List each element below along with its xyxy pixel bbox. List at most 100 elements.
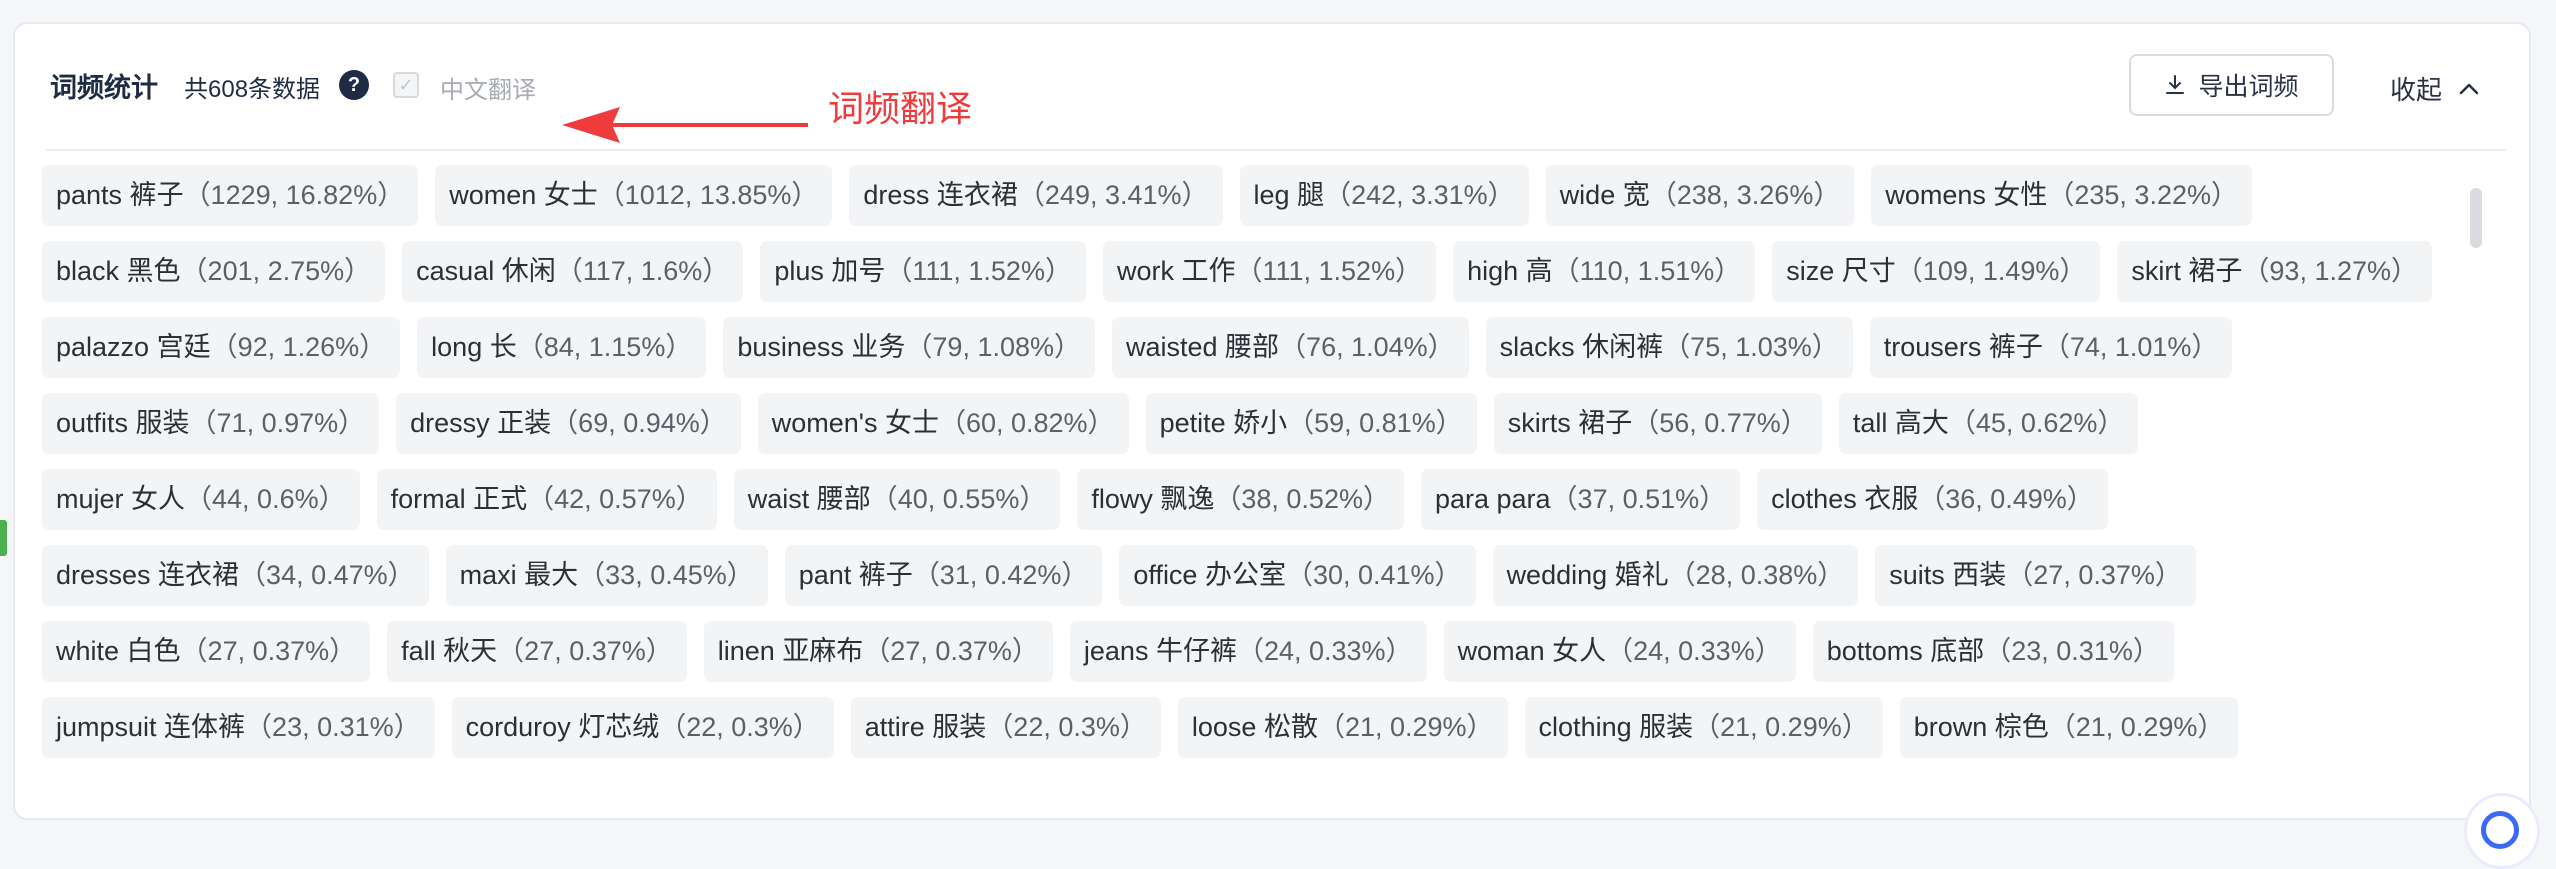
- word-tag[interactable]: fall 秋天（27, 0.37%）: [387, 621, 687, 682]
- word-tag[interactable]: jumpsuit 连体裤（23, 0.31%）: [42, 697, 435, 758]
- word-tag[interactable]: flowy 飘逸（38, 0.52%）: [1077, 469, 1404, 530]
- tag-stats: （28, 0.38%）: [1668, 560, 1845, 590]
- word-tag[interactable]: work 工作（111, 1.52%）: [1102, 241, 1437, 302]
- tag-row: mujer 女人（44, 0.6%） formal 正式（42, 0.57%） wa…: [42, 469, 2442, 530]
- word-tag[interactable]: skirts 裙子（56, 0.77%）: [1493, 393, 1822, 454]
- tag-stats: （93, 1.27%）: [2242, 256, 2418, 286]
- word-tag[interactable]: dress 连衣裙（249, 3.41%）: [849, 165, 1223, 226]
- word-tag[interactable]: petite 娇小（59, 0.81%）: [1145, 393, 1477, 454]
- word-tag[interactable]: jeans 牛仔裤（24, 0.33%）: [1069, 621, 1427, 682]
- tag-word: dresses 连衣裙: [56, 560, 240, 590]
- word-tag[interactable]: women 女士（1012, 13.85%）: [435, 165, 833, 226]
- annotation-label: 词频翻译: [828, 88, 973, 129]
- tag-stats: （110, 1.51%）: [1552, 256, 1742, 286]
- word-tag[interactable]: suits 西装（27, 0.37%）: [1875, 545, 2196, 606]
- word-tag[interactable]: women's 女士（60, 0.82%）: [757, 393, 1129, 454]
- word-tag[interactable]: business 业务（79, 1.08%）: [723, 317, 1095, 378]
- word-tag-list: pants 裤子（1229, 16.82%） women 女士（1012, 13.…: [42, 165, 2442, 775]
- tag-stats: （33, 0.45%）: [578, 560, 754, 590]
- word-tag[interactable]: office 办公室（30, 0.41%）: [1119, 545, 1476, 606]
- floating-help-widget[interactable]: [2464, 793, 2540, 869]
- collapse-toggle[interactable]: 收起: [2390, 70, 2480, 107]
- word-tag[interactable]: brown 棕色（21, 0.29%）: [1899, 697, 2239, 758]
- tag-word: black 黑色: [56, 256, 181, 286]
- word-tag[interactable]: clothing 服装（21, 0.29%）: [1524, 697, 1883, 758]
- tag-word: plus 加号: [774, 256, 886, 286]
- word-tag[interactable]: trousers 裤子（74, 1.01%）: [1869, 317, 2233, 378]
- tag-word: clothing 服装: [1538, 712, 1694, 742]
- tag-stats: （21, 0.29%）: [1317, 712, 1494, 742]
- word-tag[interactable]: white 白色（27, 0.37%）: [42, 621, 371, 682]
- tag-stats: （27, 0.37%）: [863, 636, 1039, 666]
- tag-stats: （37, 0.51%）: [1550, 484, 1727, 514]
- word-tag[interactable]: linen 亚麻布（27, 0.37%）: [703, 621, 1053, 682]
- word-tag[interactable]: plus 加号（111, 1.52%）: [760, 241, 1086, 302]
- tag-word: attire 服装: [864, 712, 987, 742]
- word-tag[interactable]: skirt 裙子（93, 1.27%）: [2117, 241, 2432, 302]
- tag-stats: （31, 0.42%）: [912, 560, 1089, 590]
- word-tag[interactable]: slacks 休闲裤（75, 1.03%）: [1485, 317, 1853, 378]
- tag-word: pant 裤子: [798, 560, 913, 590]
- word-tag[interactable]: casual 休闲（117, 1.6%）: [402, 241, 744, 302]
- word-tag[interactable]: high 高（110, 1.51%）: [1453, 241, 1756, 302]
- word-tag[interactable]: bottoms 底部（23, 0.31%）: [1812, 621, 2174, 682]
- tag-stats: （74, 1.01%）: [2042, 332, 2219, 362]
- translate-checkbox[interactable]: ✓: [393, 72, 419, 98]
- word-tag[interactable]: long 长（84, 1.15%）: [417, 317, 707, 378]
- tag-stats: （1012, 13.85%）: [597, 180, 819, 210]
- word-tag[interactable]: dresses 连衣裙（34, 0.47%）: [42, 545, 429, 606]
- tag-stats: （34, 0.47%）: [239, 560, 415, 590]
- panel-header: 词频统计 共608条数据 ? ✓ 中文翻译 词频翻译 导出词频 收起: [15, 24, 2529, 150]
- annotation-arrow-icon: [562, 107, 808, 143]
- tag-word: flowy 飘逸: [1091, 484, 1215, 514]
- word-tag[interactable]: wedding 婚礼（28, 0.38%）: [1492, 545, 1859, 606]
- word-tag[interactable]: palazzo 宫廷（92, 1.26%）: [42, 317, 401, 378]
- tag-word: dressy 正装: [410, 408, 552, 438]
- word-tag[interactable]: attire 服装（22, 0.3%）: [850, 697, 1161, 758]
- panel-title: 词频统计: [50, 73, 158, 103]
- word-tag[interactable]: clothes 衣服（36, 0.49%）: [1757, 469, 2108, 530]
- word-tag[interactable]: black 黑色（201, 2.75%）: [42, 241, 386, 302]
- tag-word: skirts 裙子: [1507, 408, 1633, 438]
- tag-row: black 黑色（201, 2.75%） casual 休闲（117, 1.6%）…: [42, 241, 2442, 302]
- word-tag[interactable]: leg 腿（242, 3.31%）: [1239, 165, 1529, 226]
- word-tag[interactable]: tall 高大（45, 0.62%）: [1838, 393, 2139, 454]
- word-tag[interactable]: outfits 服装（71, 0.97%）: [42, 393, 380, 454]
- help-icon[interactable]: ?: [339, 70, 369, 100]
- word-tag[interactable]: waist 腰部（40, 0.55%）: [733, 469, 1061, 530]
- tag-stats: （24, 0.33%）: [1606, 636, 1782, 666]
- word-tag[interactable]: maxi 最大（33, 0.45%）: [445, 545, 768, 606]
- word-tag[interactable]: woman 女人（24, 0.33%）: [1443, 621, 1796, 682]
- tag-stats: （42, 0.57%）: [527, 484, 703, 514]
- translate-checkbox-label[interactable]: 中文翻译: [440, 70, 536, 105]
- tag-row: dresses 连衣裙（34, 0.47%） maxi 最大（33, 0.45%）…: [42, 545, 2442, 606]
- tag-stats: （111, 1.52%）: [885, 256, 1072, 286]
- word-tag[interactable]: mujer 女人（44, 0.6%）: [42, 469, 360, 530]
- export-word-frequency-button[interactable]: 导出词频: [2129, 54, 2334, 116]
- tag-word: suits 西装: [1889, 560, 2007, 590]
- tag-stats: （21, 0.29%）: [1693, 712, 1869, 742]
- tag-word: para para: [1434, 484, 1551, 514]
- tag-row: pants 裤子（1229, 16.82%） women 女士（1012, 13.…: [42, 165, 2442, 226]
- tag-word: white 白色: [56, 636, 181, 666]
- word-tag[interactable]: wide 宽（238, 3.26%）: [1545, 165, 1855, 226]
- scrollbar-thumb[interactable]: [2470, 188, 2482, 248]
- collapse-label: 收起: [2390, 75, 2443, 105]
- tag-stats: （23, 0.31%）: [1984, 636, 2160, 666]
- word-tag[interactable]: corduroy 灯芯绒（22, 0.3%）: [451, 697, 834, 758]
- tag-stats: （36, 0.49%）: [1918, 484, 2094, 514]
- word-tag[interactable]: para para（37, 0.51%）: [1420, 469, 1741, 530]
- word-tag[interactable]: pant 裤子（31, 0.42%）: [784, 545, 1103, 606]
- word-tag[interactable]: loose 松散（21, 0.29%）: [1177, 697, 1508, 758]
- tag-stats: （22, 0.3%）: [986, 712, 1147, 742]
- tag-word: fall 秋天: [401, 636, 498, 666]
- word-tag[interactable]: dressy 正装（69, 0.94%）: [396, 393, 741, 454]
- tag-stats: （238, 3.26%）: [1649, 180, 1841, 210]
- word-tag[interactable]: size 尺寸（109, 1.49%）: [1772, 241, 2101, 302]
- word-tag[interactable]: formal 正式（42, 0.57%）: [376, 469, 717, 530]
- tag-word: bottoms 底部: [1826, 636, 1985, 666]
- word-tag[interactable]: womens 女性（235, 3.22%）: [1871, 165, 2252, 226]
- tag-stats: （45, 0.62%）: [1948, 408, 2125, 438]
- word-tag[interactable]: waisted 腰部（76, 1.04%）: [1112, 317, 1469, 378]
- word-tag[interactable]: pants 裤子（1229, 16.82%）: [42, 165, 419, 226]
